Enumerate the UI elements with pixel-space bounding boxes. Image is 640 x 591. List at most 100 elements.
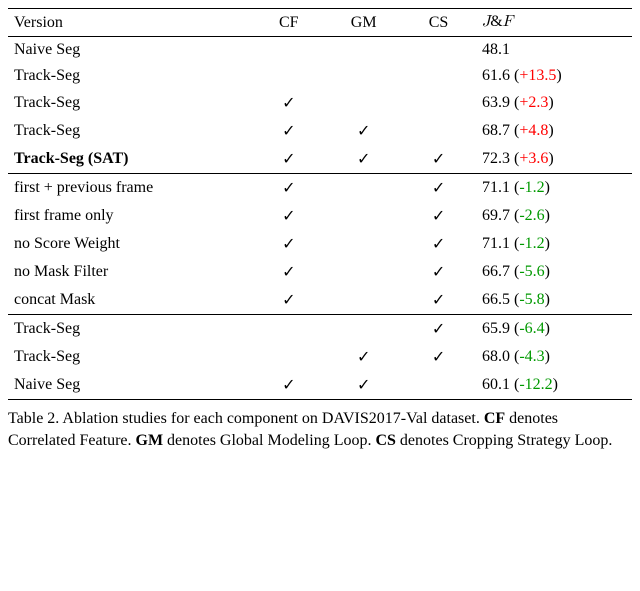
table-row: first frame only ✓ ✓ 69.7 (-2.6)	[8, 202, 632, 230]
cell-cf	[251, 343, 326, 371]
check-icon: ✓	[432, 180, 445, 197]
cell-gm	[326, 89, 401, 117]
cell-version: Naive Seg	[8, 371, 251, 400]
table-row: Track-Seg ✓ 65.9 (-6.4)	[8, 315, 632, 344]
cell-cf	[251, 63, 326, 89]
jf-delta: +3.6	[519, 150, 548, 167]
cell-jf: 69.7 (-2.6)	[476, 202, 632, 230]
table-row: first + previous frame ✓ ✓ 71.1 (-1.2)	[8, 174, 632, 203]
table-row: Naive Seg✓✓60.1 (-12.2)	[8, 371, 632, 400]
cell-gm	[326, 286, 401, 315]
cell-version: Track-Seg (SAT)	[8, 145, 251, 174]
check-icon: ✓	[282, 208, 295, 225]
table-section: Naive Seg48.1Track-Seg61.6 (+13.5)Track-…	[8, 37, 632, 174]
jf-value: 66.5	[482, 291, 510, 308]
cell-gm: ✓	[326, 343, 401, 371]
cell-jf: 65.9 (-6.4)	[476, 315, 632, 344]
table-row: Track-Seg (SAT)✓✓✓72.3 (+3.6)	[8, 145, 632, 174]
jf-value: 68.7	[482, 122, 510, 139]
check-icon: ✓	[282, 236, 295, 253]
cell-version: concat Mask	[8, 286, 251, 315]
table-row: Track-Seg✓63.9 (+2.3)	[8, 89, 632, 117]
jf-delta: -1.2	[519, 235, 544, 252]
cell-cf: ✓	[251, 174, 326, 203]
table-row: Naive Seg 48.1	[8, 37, 632, 64]
jf-delta: +2.3	[519, 94, 548, 111]
cell-cf: ✓	[251, 230, 326, 258]
table-row: concat Mask✓✓66.5 (-5.8)	[8, 286, 632, 315]
cell-cs: ✓	[401, 230, 476, 258]
cell-gm	[326, 315, 401, 344]
check-icon: ✓	[357, 377, 370, 394]
cell-cs	[401, 63, 476, 89]
jf-delta: -2.6	[519, 207, 544, 224]
cell-gm	[326, 258, 401, 286]
cell-jf: 71.1 (-1.2)	[476, 174, 632, 203]
table-caption: Table 2. Ablation studies for each compo…	[8, 408, 632, 451]
table-row: Track-Seg✓✓68.7 (+4.8)	[8, 117, 632, 145]
cell-version: Track-Seg	[8, 117, 251, 145]
jf-delta: -1.2	[519, 179, 544, 196]
cell-cs	[401, 371, 476, 400]
jf-value: 63.9	[482, 94, 510, 111]
cell-version: Track-Seg	[8, 63, 251, 89]
ablation-table: Version CF GM CS J&F Naive Seg 48.1 Track-…	[8, 8, 632, 400]
jf-value: 71.1	[482, 179, 510, 196]
cell-version: Naive Seg	[8, 37, 251, 64]
cell-cs	[401, 89, 476, 117]
table-row: no Score Weight ✓ ✓ 71.1 (-1.2)	[8, 230, 632, 258]
cell-jf: 68.0 (-4.3)	[476, 343, 632, 371]
cell-cs: ✓	[401, 174, 476, 203]
jf-value: 60.1	[482, 376, 510, 393]
cell-cf: ✓	[251, 145, 326, 174]
cell-cf: ✓	[251, 258, 326, 286]
cell-cs: ✓	[401, 315, 476, 344]
cell-gm	[326, 63, 401, 89]
check-icon: ✓	[282, 151, 295, 168]
table-header-row: Version CF GM CS J&F	[8, 9, 632, 37]
check-icon: ✓	[432, 349, 445, 366]
cell-version: no Mask Filter	[8, 258, 251, 286]
table-section: Track-Seg ✓ 65.9 (-6.4) Track-Seg ✓ ✓ 68.0 (-4…	[8, 315, 632, 400]
cell-version: Track-Seg	[8, 315, 251, 344]
jf-value: 69.7	[482, 207, 510, 224]
cell-cs: ✓	[401, 145, 476, 174]
jf-delta: -12.2	[519, 376, 552, 393]
cell-version: no Score Weight	[8, 230, 251, 258]
cell-cs: ✓	[401, 258, 476, 286]
cell-cf	[251, 37, 326, 64]
cell-jf: 71.1 (-1.2)	[476, 230, 632, 258]
check-icon: ✓	[432, 208, 445, 225]
cell-gm: ✓	[326, 145, 401, 174]
jf-value: 48.1	[482, 41, 510, 58]
cell-cf	[251, 315, 326, 344]
cell-gm	[326, 202, 401, 230]
cell-gm: ✓	[326, 371, 401, 400]
cell-version: first frame only	[8, 202, 251, 230]
jf-delta: -6.4	[519, 320, 544, 337]
check-icon: ✓	[432, 321, 445, 338]
jf-value: 65.9	[482, 320, 510, 337]
cell-jf: 68.7 (+4.8)	[476, 117, 632, 145]
jf-delta: -5.6	[519, 263, 544, 280]
cell-version: first + previous frame	[8, 174, 251, 203]
cell-cs: ✓	[401, 286, 476, 315]
cell-jf: 66.5 (-5.8)	[476, 286, 632, 315]
check-icon: ✓	[282, 264, 295, 281]
check-icon: ✓	[357, 123, 370, 140]
jf-value: 61.6	[482, 67, 510, 84]
check-icon: ✓	[282, 180, 295, 197]
cell-jf: 63.9 (+2.3)	[476, 89, 632, 117]
cell-cf: ✓	[251, 286, 326, 315]
table-section: first + previous frame✓✓71.1 (-1.2)first…	[8, 174, 632, 315]
jf-value: 66.7	[482, 263, 510, 280]
cell-cs: ✓	[401, 202, 476, 230]
cell-cf: ✓	[251, 89, 326, 117]
table-row: Track-Seg61.6 (+13.5)	[8, 63, 632, 89]
cell-gm: ✓	[326, 117, 401, 145]
cell-cf: ✓	[251, 117, 326, 145]
check-icon: ✓	[432, 236, 445, 253]
jf-delta: -5.8	[519, 291, 544, 308]
cell-version: Track-Seg	[8, 343, 251, 371]
cell-cf: ✓	[251, 202, 326, 230]
